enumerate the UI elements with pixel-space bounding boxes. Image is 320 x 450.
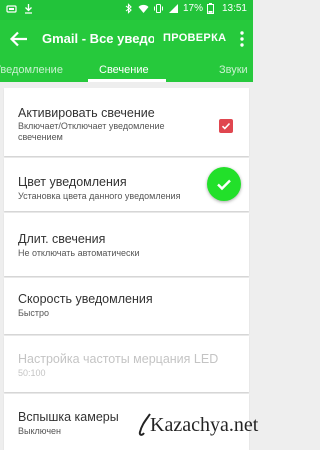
setting-title: Цвет уведомления: [18, 175, 127, 189]
bluetooth-icon: [123, 3, 134, 14]
setting-notification-color[interactable]: Цвет уведомления Установка цвета данного…: [4, 158, 249, 211]
setting-subtitle: Включает/Отключает уведомление свечением: [18, 121, 165, 142]
vibrate-icon: [153, 3, 164, 14]
clock: 13:51: [221, 3, 247, 14]
setting-title: Настройка частоты мерцания LED: [18, 352, 219, 366]
back-button[interactable]: [8, 29, 30, 49]
color-swatch[interactable]: [207, 167, 241, 201]
watermark-text: Kazachya.net: [150, 414, 259, 436]
tab-indicator: [88, 79, 166, 82]
setting-subtitle: 50:100: [18, 368, 46, 378]
setting-enable-led[interactable]: Активировать свечение Включает/Отключает…: [4, 88, 249, 156]
battery-level: 17%: [182, 3, 203, 14]
app-toolbar: Gmail - Все уведомления ПРОВЕРКА: [0, 20, 253, 58]
tab-led[interactable]: Свечение: [99, 64, 149, 76]
setting-led-blink-rate: Настройка частоты мерцания LED 50:100: [4, 336, 249, 392]
setting-notification-speed[interactable]: Скорость уведомления Быстро: [4, 278, 249, 334]
setting-subtitle: Установка цвета данного уведомления: [18, 191, 181, 201]
setting-subtitle: Выключен: [18, 426, 61, 436]
check-icon: [217, 179, 231, 191]
setting-title: Вспышка камеры: [18, 410, 119, 424]
tab-bar: Уведомление Свечение Звуки: [0, 58, 253, 82]
watermark: Kazachya.net: [136, 412, 258, 440]
battery-icon: [206, 3, 218, 14]
setting-subtitle: Не отключать автоматически: [18, 248, 140, 258]
setting-title: Скорость уведомления: [18, 292, 153, 306]
more-options-button[interactable]: [237, 30, 247, 48]
setting-title: Длит. свечения: [18, 232, 106, 246]
setting-title: Активировать свечение: [18, 106, 155, 120]
download-icon: [23, 3, 34, 14]
wifi-icon: [138, 3, 149, 14]
tab-notification[interactable]: Уведомление: [0, 64, 63, 76]
setting-subtitle: Быстро: [18, 308, 50, 318]
checkmark-icon: [221, 122, 231, 130]
tab-sounds[interactable]: Звуки: [219, 64, 248, 76]
page-title: Gmail - Все уведомления: [42, 31, 154, 46]
more-vert-icon: [240, 31, 244, 47]
setting-led-duration[interactable]: Длит. свечения Не отключать автоматическ…: [4, 213, 249, 276]
cellular-icon: [168, 3, 179, 14]
signal-icon: [6, 3, 17, 14]
enable-led-checkbox[interactable]: [219, 119, 233, 133]
arrow-left-icon: [9, 31, 27, 47]
preview-button[interactable]: ПРОВЕРКА: [163, 32, 226, 44]
status-bar: 17% 13:51: [0, 0, 253, 20]
